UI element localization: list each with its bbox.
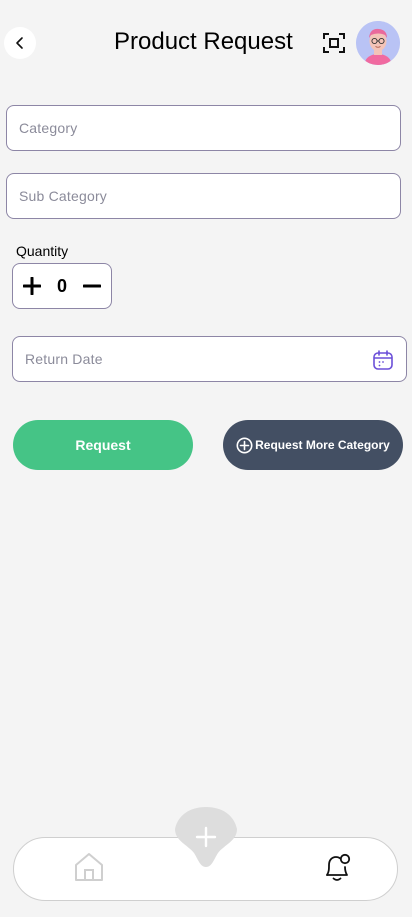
- category-placeholder: Category: [19, 120, 78, 136]
- sub-category-field[interactable]: Sub Category: [6, 173, 401, 219]
- request-button[interactable]: Request: [13, 420, 193, 470]
- minus-icon: [82, 284, 101, 288]
- scan-frame-icon: [323, 33, 345, 53]
- quantity-value: 0: [56, 275, 67, 296]
- sub-category-placeholder: Sub Category: [19, 188, 108, 204]
- request-button-label: Request: [75, 437, 131, 453]
- back-button[interactable]: [4, 27, 36, 59]
- category-field[interactable]: Category: [6, 105, 401, 151]
- add-fab-button[interactable]: [174, 807, 238, 867]
- increment-button[interactable]: [23, 277, 41, 295]
- return-date-placeholder: Return Date: [25, 351, 103, 367]
- plus-fab-icon: [175, 807, 237, 867]
- user-avatar-icon: [356, 21, 400, 65]
- decrement-button[interactable]: [82, 277, 101, 295]
- page-title: Product Request: [114, 28, 293, 55]
- notification-bell-icon[interactable]: [318, 848, 356, 886]
- home-icon[interactable]: [72, 850, 106, 884]
- scan-button[interactable]: [321, 30, 347, 56]
- avatar[interactable]: [356, 21, 400, 65]
- calendar-icon[interactable]: [372, 349, 394, 371]
- app-header: Product Request: [0, 0, 412, 86]
- plus-icon: [23, 277, 41, 295]
- request-more-category-label: Request More Category: [255, 438, 390, 452]
- return-date-field[interactable]: Return Date: [12, 336, 407, 382]
- quantity-label: Quantity: [16, 243, 69, 259]
- chevron-left-icon: [16, 37, 23, 49]
- add-circle-icon: [236, 437, 253, 454]
- quantity-stepper: 0: [12, 263, 112, 309]
- request-more-category-button[interactable]: Request More Category: [223, 420, 403, 470]
